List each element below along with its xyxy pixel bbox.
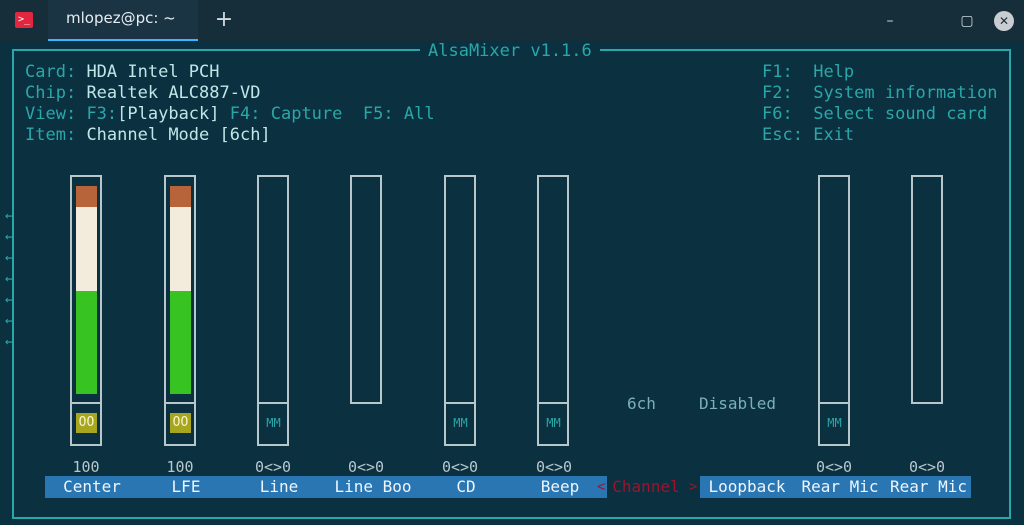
scroll-left-arrow-icon: ← [5, 229, 14, 245]
switch-state: MM [827, 416, 842, 430]
close-icon[interactable]: ✕ [994, 11, 1014, 31]
level-value-rear-mic: 0<>0 [815, 458, 853, 476]
terminal-tab[interactable]: mlopez@pc: ~ [48, 0, 198, 41]
switch-state: MM [453, 416, 468, 430]
meter-green-segment [76, 291, 97, 394]
chip-value: Realtek ALC887-VD [86, 83, 261, 103]
meter-white-segment [170, 207, 191, 291]
level-value-rear-mic-boost: 0<>0 [908, 458, 946, 476]
switch-state: MM [266, 416, 281, 430]
volume-slider-lfe[interactable] [164, 175, 196, 404]
key-help-f2[interactable]: F2: System information [762, 83, 997, 103]
key-help-f1[interactable]: F1: Help [762, 62, 854, 82]
mute-switch-lfe[interactable]: OO [164, 404, 196, 446]
scroll-left-arrow-icon: ← [5, 334, 14, 350]
scroll-left-arrow-icon: ← [5, 250, 14, 266]
switch-state: OO [76, 413, 97, 433]
mute-switch-cd[interactable]: MM [444, 404, 476, 446]
meter-green-segment [170, 291, 191, 394]
channel-label-loopback[interactable]: Loopback [700, 476, 794, 498]
channel-label-beep[interactable]: Beep [513, 476, 607, 498]
volume-slider-line-boost[interactable] [350, 175, 382, 404]
mute-switch-line[interactable]: MM [257, 404, 289, 446]
volume-slider-center[interactable] [70, 175, 102, 404]
scroll-left-arrow-icon: ← [5, 208, 14, 224]
key-help-esc[interactable]: Esc: Exit [762, 125, 854, 145]
channel-label-lfe[interactable]: LFE [139, 476, 233, 498]
switch-state: OO [170, 413, 191, 433]
volume-slider-beep[interactable] [537, 175, 569, 404]
volume-slider-cd[interactable] [444, 175, 476, 404]
alsamixer-title: AlsaMixer v1.1.6 [420, 41, 600, 61]
minimize-icon[interactable]: – [880, 11, 900, 31]
mute-switch-beep[interactable]: MM [537, 404, 569, 446]
tab-title: mlopez@pc: ~ [66, 9, 176, 27]
volume-slider-rear-mic[interactable] [818, 175, 850, 404]
maximize-icon[interactable]: ▢ [957, 11, 977, 31]
level-value-center: 100 [72, 458, 100, 476]
item-value: Channel Mode [6ch] [86, 125, 271, 145]
new-tab-plus-icon[interactable]: + [212, 6, 236, 34]
meter-red-segment [170, 186, 191, 207]
scroll-left-arrow-icon: ← [5, 313, 14, 329]
channel-label-cd[interactable]: CD [419, 476, 513, 498]
channel-label-center[interactable]: Center [45, 476, 139, 498]
terminal-app-icon[interactable]: >_ [15, 12, 33, 28]
switch-state: MM [546, 416, 561, 430]
view-all-option[interactable]: All [404, 104, 435, 124]
mute-switch-rear-mic[interactable]: MM [818, 404, 850, 446]
card-info: Card: HDA Intel PCH [25, 62, 220, 82]
level-value-line-boost: 0<>0 [347, 458, 385, 476]
level-value-line: 0<>0 [254, 458, 292, 476]
channel-label-line-boost[interactable]: Line Boo [326, 476, 420, 498]
loopback-value: Disabled [699, 394, 777, 413]
scroll-left-arrow-icon: ← [5, 292, 14, 308]
channel-label-channel-mode[interactable]: Channel [605, 476, 687, 498]
view-playback-option[interactable]: [Playback] [117, 104, 219, 124]
volume-slider-line[interactable] [257, 175, 289, 404]
scroll-left-arrow-icon: ← [5, 271, 14, 287]
item-info: Item: Channel Mode [6ch] [25, 125, 271, 145]
level-value-lfe: 100 [166, 458, 194, 476]
view-capture-option[interactable]: Capture [271, 104, 343, 124]
view-info: View: F3:[Playback] F4: Capture F5: All [25, 104, 435, 124]
key-help-f6[interactable]: F6: Select sound card [762, 104, 987, 124]
meter-white-segment [76, 207, 97, 291]
channel-label-rear-mic[interactable]: Rear Mic [793, 476, 887, 498]
channel-mode-value: 6ch [627, 394, 656, 413]
chip-info: Chip: Realtek ALC887-VD [25, 83, 261, 103]
window-titlebar: >_ mlopez@pc: ~ + – ▢ ✕ [0, 0, 1024, 41]
channel-label-rear-mic-boost[interactable]: Rear Mic [886, 476, 971, 498]
mute-switch-center[interactable]: OO [70, 404, 102, 446]
card-value: HDA Intel PCH [86, 62, 220, 82]
level-value-beep: 0<>0 [535, 458, 573, 476]
channel-label-line[interactable]: Line [232, 476, 326, 498]
selection-right-marker: > [689, 479, 698, 495]
volume-slider-rear-mic-boost[interactable] [911, 175, 943, 404]
meter-red-segment [76, 186, 97, 207]
level-value-cd: 0<>0 [441, 458, 479, 476]
